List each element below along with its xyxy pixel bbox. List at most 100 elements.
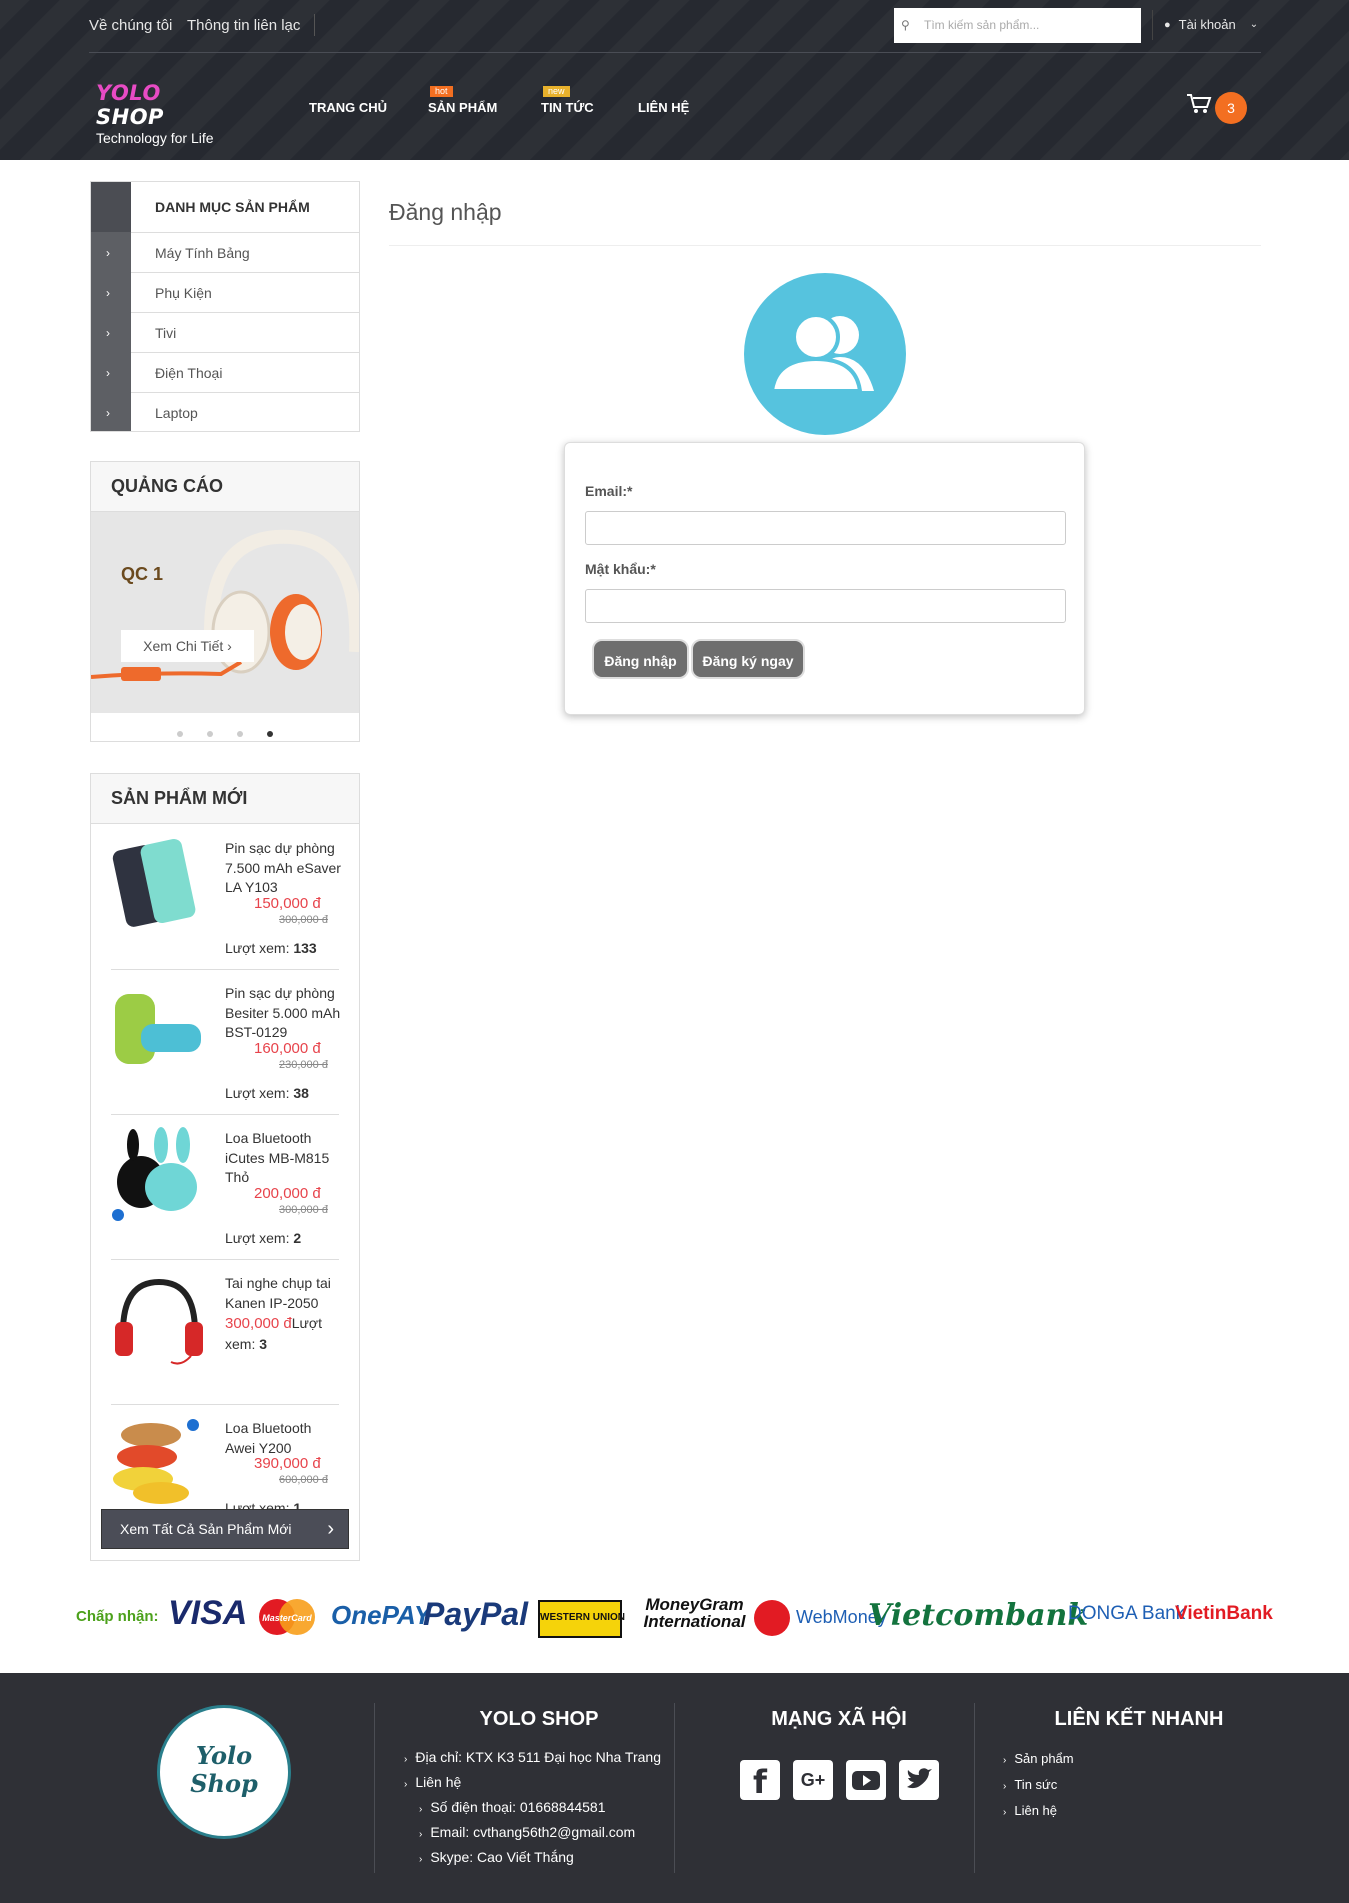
top-bar: Về chúng tôi Thông tin liên lạc ⚲ ● Tài … — [89, 0, 1261, 53]
about-link[interactable]: Về chúng tôi — [89, 17, 172, 34]
payment-label: Chấp nhận: — [76, 1608, 159, 1625]
nav-news-label: TIN TỨC — [541, 100, 594, 115]
product-old-price: 300,000 đ — [279, 914, 328, 926]
moneygram-globe-icon — [754, 1600, 790, 1636]
chevron-right-icon: › — [106, 366, 110, 380]
category-item-accessories[interactable]: Phụ Kiện — [131, 272, 360, 312]
site-footer: Yolo Shop YOLO SHOP › Địa chỉ: KTX K3 511… — [0, 1673, 1349, 1903]
nav-news[interactable]: new TIN TỨC — [541, 86, 594, 115]
footer-divider — [374, 1703, 375, 1873]
account-label: Tài khoản — [1178, 17, 1236, 32]
chevron-right-icon: › — [404, 1779, 408, 1790]
chevron-right-icon: › — [419, 1804, 423, 1815]
footer-col2-title: MẠNG XÃ HỘI — [771, 1708, 907, 1730]
login-button[interactable]: Đăng nhập — [592, 639, 689, 679]
footer-email[interactable]: › Email: cvthang56th2@gmail.com — [419, 1824, 635, 1840]
logo-tagline: Technology for Life — [96, 130, 214, 146]
chevron-down-icon: ⌄ — [1249, 19, 1259, 30]
ad-slide[interactable]: QC 1 Xem Chi Tiết › — [91, 512, 359, 713]
vietinbank-logo: VietinBank — [1175, 1603, 1273, 1624]
quick-link-label: Liên hệ — [1014, 1803, 1057, 1818]
ad-details-button[interactable]: Xem Chi Tiết › — [121, 630, 254, 662]
product-old-price: 600,000 đ — [279, 1474, 328, 1486]
new-products-widget: SẢN PHẨM MỚI Pin sạc dự phòng 7.500 mAh … — [90, 773, 360, 1561]
nav-contact-label: LIÊN HỆ — [638, 100, 690, 115]
category-item-phones[interactable]: Điện Thoại — [131, 352, 360, 392]
category-menu: DANH MỤC SẢN PHẨM › Máy Tính Bảng › Phụ … — [90, 181, 360, 432]
slider-dot[interactable] — [177, 731, 183, 737]
search-icon[interactable]: ⚲ — [901, 18, 910, 32]
product-name[interactable]: Loa Bluetooth iCutes MB-M815 Thỏ — [225, 1129, 343, 1188]
category-rail-head — [91, 182, 131, 232]
facebook-icon[interactable]: f — [740, 1760, 780, 1801]
chevron-right-icon: › — [419, 1829, 423, 1840]
youtube-icon[interactable] — [846, 1760, 886, 1800]
quick-link-contact[interactable]: › Liên hệ — [1003, 1803, 1057, 1818]
category-label: Điện Thoại — [155, 365, 223, 381]
quick-link-news[interactable]: › Tin sức — [1003, 1777, 1057, 1792]
chevron-right-icon: › — [106, 406, 110, 420]
slider-dot-active[interactable] — [267, 731, 273, 737]
product-price-views: 300,000 đLượt xem: 3 — [225, 1313, 343, 1354]
search-input[interactable] — [924, 12, 1134, 38]
slider-dots — [91, 724, 359, 742]
views-count: 133 — [293, 940, 317, 956]
ad-widget: QUẢNG CÁO QC 1 Xem Chi Tiết › — [90, 461, 360, 742]
headphones-image — [91, 529, 359, 681]
hot-badge: hot — [430, 86, 453, 97]
slider-dot[interactable] — [207, 731, 213, 737]
footer-divider — [974, 1703, 975, 1873]
email-field[interactable] — [585, 511, 1066, 545]
product-name[interactable]: Loa Bluetooth Awei Y200 — [225, 1419, 343, 1458]
nav-home[interactable]: TRANG CHỦ — [309, 100, 387, 115]
cart-count-badge[interactable]: 3 — [1215, 92, 1247, 124]
headphones-image — [115, 1278, 203, 1365]
twitter-icon[interactable] — [899, 1760, 939, 1800]
footer-address: › Địa chỉ: KTX K3 511 Đại học Nha Trang — [404, 1749, 661, 1765]
product-item[interactable]: Pin sạc dự phòng 7.500 mAh eSaver LA Y10… — [111, 825, 341, 970]
product-name[interactable]: Pin sạc dự phòng Besiter 5.000 mAh BST-0… — [225, 984, 343, 1043]
user-icon: ● — [1164, 18, 1171, 31]
quick-link-label: Sản phẩm — [1014, 1751, 1074, 1766]
product-name[interactable]: Pin sạc dự phòng 7.500 mAh eSaver LA Y10… — [225, 839, 343, 898]
quick-link-products[interactable]: › Sản phẩm — [1003, 1751, 1074, 1766]
footer-phone: › Số điện thoại: 01668844581 — [419, 1799, 606, 1815]
footer-contact: › Liên hệ — [404, 1774, 461, 1790]
chevron-right-icon: › — [227, 638, 232, 654]
product-item[interactable]: Loa Bluetooth iCutes MB-M815 Thỏ 200,000… — [111, 1115, 339, 1260]
footer-logo[interactable]: Yolo Shop — [157, 1705, 291, 1839]
product-price: 160,000 đ — [254, 1040, 321, 1057]
quick-link-label: Tin sức — [1014, 1777, 1058, 1792]
nav-products-label: SẢN PHẨM — [428, 100, 498, 115]
vietcombank-logo: Vietcombank — [868, 1598, 1089, 1633]
search-box: ⚲ — [894, 8, 1141, 43]
category-item-tablets[interactable]: Máy Tính Bảng — [131, 232, 360, 272]
product-item[interactable]: Pin sạc dự phòng Besiter 5.000 mAh BST-0… — [111, 970, 340, 1115]
see-all-new-button[interactable]: Xem Tất Cả Sản Phẩm Mới › — [101, 1509, 349, 1549]
chevron-right-icon: › — [327, 1518, 334, 1540]
account-menu[interactable]: ● Tài khoản ⌄ — [1164, 17, 1258, 32]
site-header: Về chúng tôi Thông tin liên lạc ⚲ ● Tài … — [0, 0, 1349, 160]
cart-icon[interactable] — [1186, 93, 1212, 121]
nav-products[interactable]: hot SẢN PHẨM — [428, 86, 498, 115]
site-logo[interactable]: YOLO SHOP Technology for Life — [96, 81, 226, 146]
nav-contact[interactable]: LIÊN HỆ — [638, 100, 689, 115]
category-item-laptop[interactable]: Laptop — [131, 392, 360, 432]
product-item[interactable]: Tai nghe chụp tai Kanen IP-2050 300,000 … — [111, 1260, 339, 1405]
password-field[interactable] — [585, 589, 1066, 623]
product-name[interactable]: Tai nghe chụp tai Kanen IP-2050 — [225, 1274, 343, 1313]
category-item-tv[interactable]: Tivi — [131, 312, 360, 352]
onepay-logo: OnePAY — [331, 1600, 432, 1630]
product-old-price: 230,000 đ — [279, 1059, 328, 1071]
google-plus-icon[interactable]: G+ — [793, 1760, 833, 1800]
register-button[interactable]: Đăng ký ngay — [691, 639, 805, 679]
contact-info-link[interactable]: Thông tin liên lạc — [187, 17, 300, 34]
mastercard-text: MasterCard — [262, 1613, 312, 1623]
moneygram-logo: MoneyGram International — [643, 1595, 746, 1631]
slider-dot[interactable] — [237, 731, 243, 737]
chevron-right-icon: › — [1003, 1781, 1007, 1792]
ad-slide-title: QC 1 — [121, 564, 164, 584]
visa-logo: VISA — [168, 1594, 248, 1632]
ad-title: QUẢNG CÁO — [91, 462, 359, 512]
footer-col3-title: LIÊN KẾT NHANH — [1054, 1708, 1224, 1730]
